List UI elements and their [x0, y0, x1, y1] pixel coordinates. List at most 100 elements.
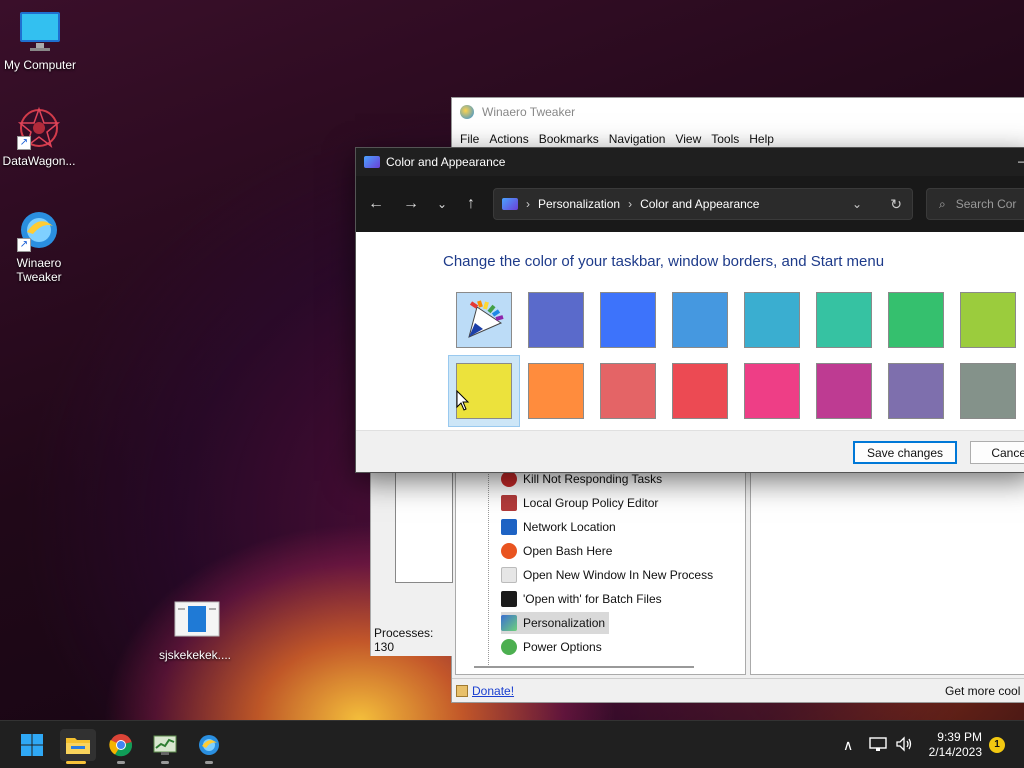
tree-item-new-window-process[interactable]: Open New Window In New Process	[501, 564, 717, 586]
color-window-titlebar[interactable]: Color and Appearance —	[356, 148, 1024, 176]
back-arrow-icon[interactable]: ←	[364, 192, 388, 216]
tree-item-network-location[interactable]: Network Location	[501, 516, 620, 538]
color-window-title: Color and Appearance	[386, 155, 506, 169]
task-manager-icon[interactable]	[149, 729, 181, 764]
mouse-cursor-icon	[456, 390, 470, 411]
address-dropdown-icon[interactable]: ⌄	[852, 197, 862, 211]
color-swatch[interactable]	[816, 292, 872, 348]
recent-dropdown-icon[interactable]: ⌄	[430, 192, 454, 216]
batch-icon	[501, 591, 517, 607]
menu-bookmarks[interactable]: Bookmarks	[539, 132, 599, 146]
personalization-icon	[501, 615, 517, 631]
color-window-footer: Save changes Cancel	[356, 430, 1024, 472]
network-icon	[501, 519, 517, 535]
refresh-icon[interactable]: ↻	[890, 196, 902, 213]
task-manager-panel	[395, 473, 453, 583]
cancel-button[interactable]: Cancel	[970, 441, 1024, 464]
desktop-icon-datawagon[interactable]: ↗ DataWagon...	[0, 106, 79, 168]
color-swatch-custom[interactable]	[456, 292, 512, 348]
policy-icon	[501, 495, 517, 511]
processes-count: Processes: 130	[374, 626, 434, 654]
breadcrumb-color-appearance[interactable]: Color and Appearance	[640, 197, 759, 211]
breadcrumb-separator-icon: ›	[526, 197, 530, 211]
color-swatch[interactable]	[672, 292, 728, 348]
search-box[interactable]: ⌕ Search Cor	[926, 188, 1024, 220]
monitor-icon	[18, 10, 62, 54]
desktop-icon-winaero-tweaker[interactable]: ↗ Winaero Tweaker	[0, 208, 79, 284]
volume-icon[interactable]	[895, 735, 913, 755]
tree-item-label: Network Location	[523, 520, 616, 534]
desktop-icon-label: sjskekekek....	[158, 648, 232, 662]
shortcut-arrow-icon: ↗	[17, 136, 31, 150]
winaero-statusbar: Donate! Get more cool	[452, 678, 1024, 702]
red-x-icon	[501, 471, 517, 487]
up-arrow-icon[interactable]: ↑	[459, 192, 483, 216]
explorer-navbar: ← → ⌄ ↑ › Personalization › Color and Ap…	[356, 176, 1024, 232]
horizontal-scrollbar[interactable]	[474, 666, 694, 668]
search-icon: ⌕	[939, 196, 946, 211]
tree-item-open-bash[interactable]: Open Bash Here	[501, 540, 616, 562]
menu-file[interactable]: File	[460, 132, 479, 146]
status-right-text: Get more cool	[945, 683, 1021, 698]
winaero-titlebar[interactable]: Winaero Tweaker	[452, 98, 1024, 126]
winaero-icon: ↗	[17, 208, 61, 252]
color-palette-icon	[468, 300, 504, 338]
breadcrumb-separator-icon: ›	[628, 197, 633, 211]
show-hidden-icons-icon[interactable]: ∧	[843, 737, 853, 754]
color-swatch[interactable]	[528, 292, 584, 348]
desktop-icon-label: Winaero Tweaker	[16, 256, 62, 284]
color-swatch[interactable]	[600, 363, 656, 419]
tree-item-label: Power Options	[523, 640, 602, 654]
menu-actions[interactable]: Actions	[489, 132, 528, 146]
document-icon	[173, 600, 220, 644]
chrome-icon[interactable]	[105, 729, 137, 764]
control-panel-icon	[364, 156, 380, 168]
color-swatch[interactable]	[888, 292, 944, 348]
desktop-icon-label: My Computer	[3, 58, 77, 72]
color-swatch[interactable]	[816, 363, 872, 419]
tree-item-label: Personalization	[523, 616, 606, 630]
winaero-content-panel	[750, 470, 1024, 675]
winaero-tree[interactable]: Kill Not Responding Tasks Local Group Po…	[455, 470, 746, 675]
breadcrumb-personalization[interactable]: Personalization	[538, 197, 620, 211]
color-swatch[interactable]	[744, 292, 800, 348]
tree-item-open-with-batch[interactable]: 'Open with' for Batch Files	[501, 588, 666, 610]
minimize-button[interactable]: —	[1018, 154, 1024, 168]
desktop-icon-my-computer[interactable]: My Computer	[0, 10, 80, 72]
color-swatch[interactable]	[744, 363, 800, 419]
tree-item-local-group-policy[interactable]: Local Group Policy Editor	[501, 492, 662, 514]
tree-item-power-options[interactable]: Power Options	[501, 636, 606, 658]
search-placeholder: Search Cor	[955, 197, 1017, 211]
color-swatch[interactable]	[672, 363, 728, 419]
menu-tools[interactable]: Tools	[711, 132, 739, 146]
color-swatch[interactable]	[600, 292, 656, 348]
tree-item-label: Open Bash Here	[523, 544, 613, 558]
tree-item-personalization[interactable]: Personalization	[501, 612, 610, 634]
running-indicator	[117, 761, 125, 764]
donate-link[interactable]: Donate!	[472, 684, 514, 698]
color-swatch[interactable]	[888, 363, 944, 419]
donate-icon	[456, 684, 468, 697]
network-icon[interactable]	[869, 736, 887, 755]
winaero-title: Winaero Tweaker	[482, 105, 576, 119]
tree-item-label: Open New Window In New Process	[523, 568, 714, 582]
address-control-panel-icon	[502, 198, 518, 210]
start-icon[interactable]	[16, 729, 48, 761]
running-indicator	[205, 761, 213, 764]
file-explorer-icon[interactable]	[60, 729, 96, 764]
forward-arrow-icon[interactable]: →	[399, 192, 423, 216]
color-swatch[interactable]	[960, 292, 1016, 348]
color-swatch[interactable]	[528, 363, 584, 419]
winaero-tweaker-icon[interactable]	[193, 729, 225, 764]
clock-date: 2/14/2023	[928, 745, 982, 759]
color-swatch[interactable]	[960, 363, 1016, 419]
clock[interactable]: 9:39 PM 2/14/2023	[929, 730, 982, 760]
system-tray: ∧	[843, 721, 913, 768]
menu-navigation[interactable]: Navigation	[609, 132, 666, 146]
save-changes-button[interactable]: Save changes	[853, 441, 957, 464]
address-bar[interactable]: › Personalization › Color and Appearance…	[493, 188, 913, 220]
desktop-icon-sjskekekek[interactable]: sjskekekek....	[155, 600, 235, 662]
menu-help[interactable]: Help	[749, 132, 774, 146]
notification-badge[interactable]: 1	[989, 737, 1005, 753]
menu-view[interactable]: View	[675, 132, 701, 146]
